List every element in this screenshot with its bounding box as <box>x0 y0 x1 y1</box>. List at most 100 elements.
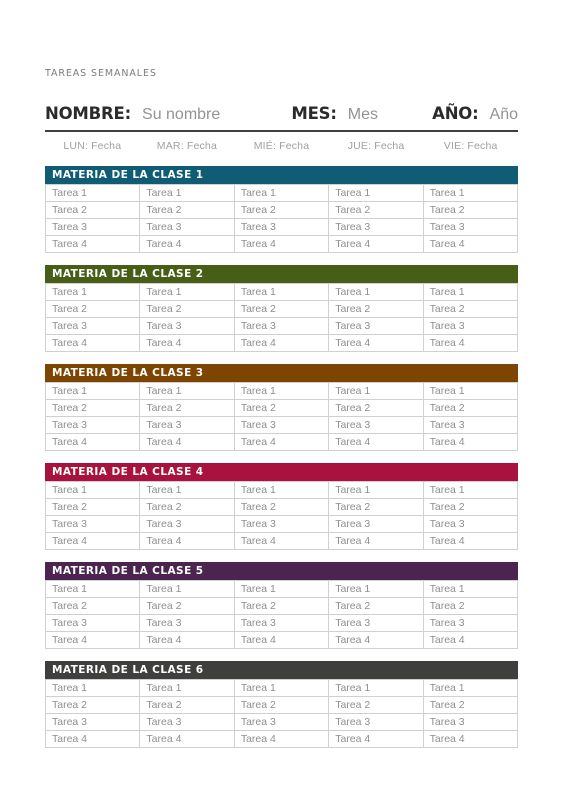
task-cell[interactable]: Tarea 4 <box>329 731 424 748</box>
class-section-header[interactable]: MATERIA DE LA CLASE 2 <box>45 265 518 283</box>
year-field[interactable]: AÑO: Año <box>432 104 518 124</box>
task-cell[interactable]: Tarea 3 <box>423 219 519 236</box>
task-cell[interactable]: Tarea 2 <box>329 400 424 417</box>
task-cell[interactable]: Tarea 4 <box>46 236 141 253</box>
class-section-header[interactable]: MATERIA DE LA CLASE 5 <box>45 562 518 580</box>
task-cell[interactable]: Tarea 3 <box>140 516 235 533</box>
task-cell[interactable]: Tarea 4 <box>329 632 424 649</box>
task-cell[interactable]: Tarea 3 <box>46 417 141 434</box>
task-cell[interactable]: Tarea 2 <box>46 301 141 318</box>
task-cell[interactable]: Tarea 2 <box>46 400 141 417</box>
task-cell[interactable]: Tarea 1 <box>329 185 424 202</box>
task-cell[interactable]: Tarea 1 <box>234 383 330 400</box>
task-cell[interactable]: Tarea 3 <box>234 516 330 533</box>
task-cell[interactable]: Tarea 1 <box>46 581 141 598</box>
task-cell[interactable]: Tarea 2 <box>140 598 235 615</box>
task-cell[interactable]: Tarea 2 <box>329 202 424 219</box>
task-cell[interactable]: Tarea 1 <box>423 383 519 400</box>
weekday-cell[interactable]: VIE: Fecha <box>423 140 518 152</box>
task-cell[interactable]: Tarea 4 <box>329 236 424 253</box>
task-cell[interactable]: Tarea 2 <box>423 598 519 615</box>
task-cell[interactable]: Tarea 2 <box>234 499 330 516</box>
task-cell[interactable]: Tarea 3 <box>234 219 330 236</box>
task-cell[interactable]: Tarea 3 <box>423 714 519 731</box>
task-cell[interactable]: Tarea 3 <box>46 219 141 236</box>
year-value[interactable]: Año <box>490 106 518 124</box>
weekday-date-value[interactable]: Fecha <box>279 140 309 152</box>
task-cell[interactable]: Tarea 3 <box>423 318 519 335</box>
task-cell[interactable]: Tarea 4 <box>423 632 519 649</box>
task-cell[interactable]: Tarea 1 <box>423 185 519 202</box>
task-cell[interactable]: Tarea 1 <box>234 482 330 499</box>
task-cell[interactable]: Tarea 2 <box>46 598 141 615</box>
month-value[interactable]: Mes <box>348 106 378 124</box>
task-cell[interactable]: Tarea 2 <box>140 202 235 219</box>
task-cell[interactable]: Tarea 3 <box>423 417 519 434</box>
weekday-date-value[interactable]: Fecha <box>91 140 121 152</box>
task-cell[interactable]: Tarea 3 <box>329 219 424 236</box>
task-cell[interactable]: Tarea 2 <box>423 697 519 714</box>
task-cell[interactable]: Tarea 3 <box>423 615 519 632</box>
task-cell[interactable]: Tarea 4 <box>234 236 330 253</box>
task-cell[interactable]: Tarea 4 <box>140 533 235 550</box>
weekday-date-value[interactable]: Fecha <box>374 140 404 152</box>
task-cell[interactable]: Tarea 4 <box>46 533 141 550</box>
task-cell[interactable]: Tarea 2 <box>46 499 141 516</box>
task-cell[interactable]: Tarea 1 <box>234 581 330 598</box>
task-cell[interactable]: Tarea 2 <box>234 400 330 417</box>
class-section-header[interactable]: MATERIA DE LA CLASE 1 <box>45 166 518 184</box>
class-section-header[interactable]: MATERIA DE LA CLASE 6 <box>45 661 518 679</box>
task-cell[interactable]: Tarea 2 <box>423 202 519 219</box>
task-cell[interactable]: Tarea 4 <box>140 731 235 748</box>
task-cell[interactable]: Tarea 3 <box>329 615 424 632</box>
month-field[interactable]: MES: Mes <box>291 104 378 124</box>
task-cell[interactable]: Tarea 1 <box>234 284 330 301</box>
task-cell[interactable]: Tarea 1 <box>140 581 235 598</box>
task-cell[interactable]: Tarea 4 <box>140 632 235 649</box>
task-cell[interactable]: Tarea 1 <box>234 185 330 202</box>
class-section-header[interactable]: MATERIA DE LA CLASE 4 <box>45 463 518 481</box>
task-cell[interactable]: Tarea 3 <box>46 318 141 335</box>
task-cell[interactable]: Tarea 1 <box>46 185 141 202</box>
task-cell[interactable]: Tarea 2 <box>329 499 424 516</box>
task-cell[interactable]: Tarea 4 <box>140 434 235 451</box>
task-cell[interactable]: Tarea 3 <box>234 318 330 335</box>
task-cell[interactable]: Tarea 3 <box>140 219 235 236</box>
task-cell[interactable]: Tarea 1 <box>329 383 424 400</box>
task-cell[interactable]: Tarea 4 <box>140 236 235 253</box>
task-cell[interactable]: Tarea 1 <box>329 680 424 697</box>
task-cell[interactable]: Tarea 3 <box>329 714 424 731</box>
task-cell[interactable]: Tarea 2 <box>329 598 424 615</box>
task-cell[interactable]: Tarea 3 <box>46 714 141 731</box>
task-cell[interactable]: Tarea 1 <box>423 482 519 499</box>
task-cell[interactable]: Tarea 3 <box>234 714 330 731</box>
task-cell[interactable]: Tarea 1 <box>46 383 141 400</box>
task-cell[interactable]: Tarea 4 <box>140 335 235 352</box>
task-cell[interactable]: Tarea 1 <box>329 482 424 499</box>
task-cell[interactable]: Tarea 4 <box>234 731 330 748</box>
task-cell[interactable]: Tarea 4 <box>46 335 141 352</box>
task-cell[interactable]: Tarea 1 <box>46 680 141 697</box>
task-cell[interactable]: Tarea 1 <box>140 284 235 301</box>
task-cell[interactable]: Tarea 2 <box>234 598 330 615</box>
task-cell[interactable]: Tarea 3 <box>140 615 235 632</box>
task-cell[interactable]: Tarea 3 <box>329 318 424 335</box>
task-cell[interactable]: Tarea 4 <box>329 335 424 352</box>
task-cell[interactable]: Tarea 1 <box>329 284 424 301</box>
task-cell[interactable]: Tarea 2 <box>329 301 424 318</box>
task-cell[interactable]: Tarea 3 <box>46 516 141 533</box>
task-cell[interactable]: Tarea 1 <box>140 383 235 400</box>
task-cell[interactable]: Tarea 1 <box>423 581 519 598</box>
task-cell[interactable]: Tarea 3 <box>234 417 330 434</box>
task-cell[interactable]: Tarea 4 <box>423 434 519 451</box>
task-cell[interactable]: Tarea 4 <box>423 731 519 748</box>
name-value[interactable]: Su nombre <box>142 106 220 124</box>
task-cell[interactable]: Tarea 1 <box>423 284 519 301</box>
task-cell[interactable]: Tarea 2 <box>140 301 235 318</box>
task-cell[interactable]: Tarea 1 <box>140 680 235 697</box>
weekday-cell[interactable]: MIÉ: Fecha <box>234 140 329 152</box>
task-cell[interactable]: Tarea 4 <box>423 335 519 352</box>
task-cell[interactable]: Tarea 2 <box>329 697 424 714</box>
task-cell[interactable]: Tarea 1 <box>140 185 235 202</box>
task-cell[interactable]: Tarea 3 <box>234 615 330 632</box>
